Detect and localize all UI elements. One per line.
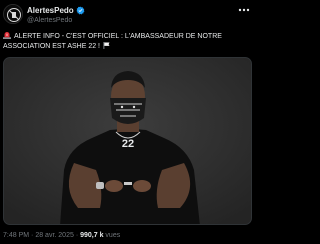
tweet-date[interactable]: 28 avr. 2025 [35, 232, 74, 239]
white-flag-emoji-icon [103, 42, 110, 49]
name-line: AlertesPedo [27, 5, 85, 16]
jersey-number: 22 [122, 138, 134, 150]
tweet-text-line-1-content: ALERTE INFO - C'EST OFFICIEL : L'AMBASSA… [14, 33, 222, 40]
views-label: vues [105, 232, 121, 239]
tweet-time[interactable]: 7:48 PM [3, 232, 29, 239]
rotating-light-emoji-icon [3, 31, 11, 39]
lighter-shape [124, 182, 132, 185]
avatar-logo-icon [4, 5, 22, 23]
photo-of-man-in-bandana: 22 [4, 58, 251, 224]
meta-separator-1: · [31, 232, 34, 239]
tweet-meta: 7:48 PM · 28 avr. 2025 · 990,7 k vues [3, 231, 120, 240]
verified-badge-icon [76, 6, 85, 15]
more-options-icon[interactable] [237, 5, 251, 15]
tweet-header: AlertesPedo @AlertesPedo [0, 0, 256, 28]
tweet-text-line-2: ASSOCIATION EST ASHE 22 ! [3, 42, 253, 52]
avatar[interactable] [3, 4, 23, 24]
tweet-media-image[interactable]: 22 [3, 57, 252, 225]
tweet-text-line-2-content: ASSOCIATION EST ASHE 22 ! [3, 43, 100, 50]
tweet-text: ALERTE INFO - C'EST OFFICIEL : L'AMBASSA… [3, 31, 253, 52]
views-count: 990,7 k [80, 232, 104, 239]
display-name[interactable]: AlertesPedo [27, 6, 74, 16]
tweet-text-line-1: ALERTE INFO - C'EST OFFICIEL : L'AMBASSA… [3, 31, 253, 42]
meta-separator-2: · [75, 232, 79, 239]
account-handle[interactable]: @AlertesPedo [27, 16, 72, 25]
